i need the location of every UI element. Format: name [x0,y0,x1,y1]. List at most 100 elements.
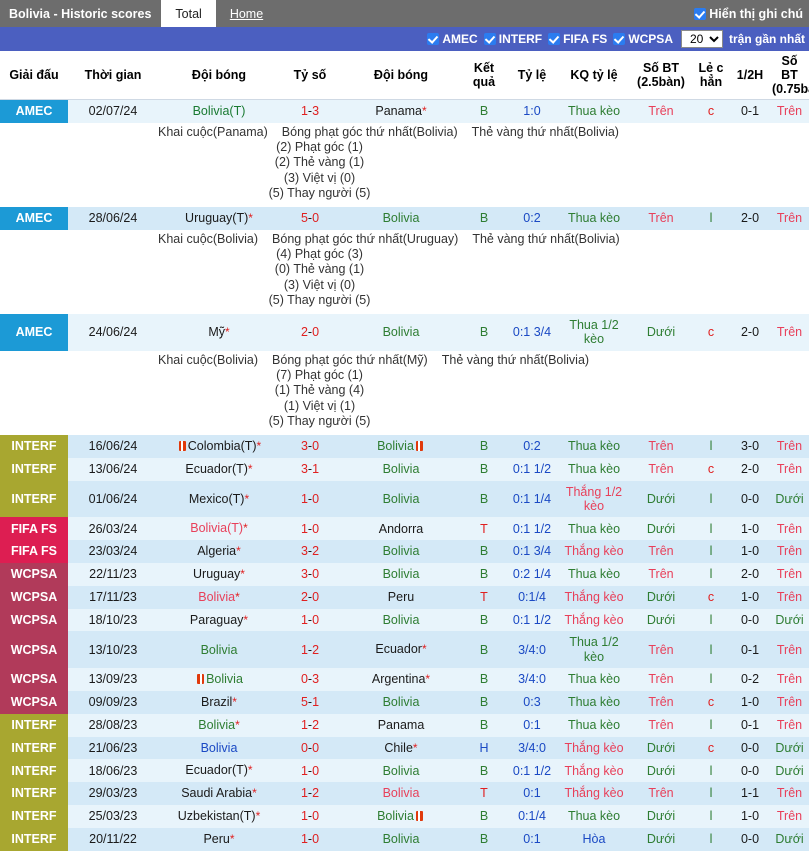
tab-home[interactable]: Home [216,0,277,27]
note-cell: Khai cuộc(Bolivia) Bóng phạt góc thứ nhất… [0,350,809,436]
odd-even: l [692,759,730,783]
note-row: Khai cuộc(Panama) Bóng phạt góc thứ nhất(… [0,122,809,208]
table-row[interactable]: WCPSA 17/11/23 Bolivia* 2-0 Peru T 0:1/4 Thắng … [0,585,809,609]
handicap-result: Thắng kèo [558,782,630,805]
half-time-score: 0-0 [730,608,770,632]
note-first-corner: Bóng phạt góc thứ nhất(Bolivia) [281,124,458,139]
match-count-select[interactable]: 10203050 [680,30,723,48]
table-row[interactable]: AMEC 02/07/24 Bolivia(T) 1-3 Panama* B 1:0 Thua… [0,99,809,123]
note-first-yellow: Thẻ vàng thứ nhất(Bolivia) [472,231,620,246]
league-badge: INTERF [0,759,68,783]
half-time-score: 1-1 [730,782,770,805]
home-team: Bolivia [158,736,280,760]
table-row[interactable]: INTERF 20/11/22 Peru* 1-0 Bolivia B 0:1 Hòa Dưới… [0,827,809,851]
over-under-075: Trên [770,99,809,123]
away-team: Bolivia [340,690,462,714]
checkbox-icon[interactable] [483,33,496,45]
match-date: 02/07/24 [68,99,158,123]
match-score: 1-3 [280,99,340,123]
half-time-score: 2-0 [730,563,770,586]
tab-label: Home [229,6,264,21]
home-team: Bolivia [158,668,280,691]
home-team: Peru* [158,827,280,851]
match-result: T [462,517,506,541]
away-team: Chile* [340,736,462,760]
table-row[interactable]: WCPSA 18/10/23 Paraguay* 1-0 Bolivia B 0:1 1/2… [0,608,809,632]
over-under-25: Dưới [630,804,692,828]
away-team: Panama [340,713,462,737]
table-row[interactable]: INTERF 21/06/23 Bolivia 0-0 Chile* H 3/4:0 Thắn… [0,736,809,760]
table-row[interactable]: WCPSA 13/09/23 Bolivia 0-3 Argentina* B 3/4:0 T… [0,668,809,691]
home-team: Colombia(T)* [158,435,280,458]
over-under-075: Trên [770,314,809,351]
over-under-25: Dưới [630,736,692,760]
table-row[interactable]: WCPSA 09/09/23 Brazil* 5-1 Bolivia B 0:3 Thua k… [0,690,809,714]
match-score: 3-1 [280,457,340,481]
table-row[interactable]: AMEC 28/06/24 Uruguay(T)* 5-0 Bolivia B 0:2 Thu… [0,207,809,230]
red-card-icon [415,441,423,452]
league-badge: AMEC [0,99,68,123]
over-under-075: Trên [770,690,809,714]
note-toggle-checkbox[interactable] [694,7,707,20]
home-away-star: * [243,612,249,627]
note-kickoff: Khai cuộc(Bolivia) [158,231,259,246]
over-under-25: Trên [630,99,692,123]
table-row[interactable]: WCPSA 13/10/23 Bolivia 1-2 Ecuador* B 3/4:0 Thu… [0,631,809,669]
half-time-score: 2-0 [730,207,770,230]
match-date: 18/06/23 [68,759,158,783]
table-row[interactable]: INTERF 13/06/24 Ecuador(T)* 3-1 Bolivia B 0:1 … [0,457,809,481]
checkbox-icon[interactable] [427,33,440,45]
league-badge: WCPSA [0,608,68,632]
table-row[interactable]: INTERF 25/03/23 Uzbekistan(T)* 1-0 Bolivia B 0… [0,804,809,828]
filter-interf[interactable]: INTERF [483,32,542,46]
match-score: 3-0 [280,435,340,458]
home-away-star: * [232,694,237,709]
filter-amec[interactable]: AMEC [427,32,478,46]
league-badge: WCPSA [0,631,68,669]
checkbox-icon[interactable] [548,33,561,45]
table-row[interactable]: INTERF 16/06/24 Colombia(T)* 3-0 Bolivia B 0:2… [0,435,809,458]
league-badge: INTERF [0,782,68,805]
table-row[interactable]: FIFA FS 26/03/24 Bolivia(T)* 1-0 Andorra T 0:1… [0,517,809,541]
match-score: 5-0 [280,207,340,230]
league-badge: INTERF [0,435,68,458]
note-row: Khai cuộc(Bolivia) Bóng phạt góc thứ nhất… [0,350,809,436]
home-team: Bolivia* [158,713,280,737]
league-badge: WCPSA [0,690,68,714]
table-row[interactable]: INTERF 28/08/23 Bolivia* 1-2 Panama B 0:1 Thua … [0,713,809,737]
away-team: Bolivia [340,608,462,632]
away-team: Bolivia [340,804,462,828]
filter-wcpsa[interactable]: WCPSA [613,32,673,46]
note-stat-line: (2) Phạt góc (1) [276,140,363,155]
table-row[interactable]: INTERF 18/06/23 Ecuador(T)* 1-0 Bolivia B 0:1 … [0,759,809,783]
handicap-result: Thắng kèo [558,736,630,760]
table-row[interactable]: FIFA FS 23/03/24 Algeria* 3-2 Bolivia B 0:1 3/… [0,540,809,564]
match-date: 16/06/24 [68,435,158,458]
match-score: 3-0 [280,563,340,586]
away-team: Argentina* [340,668,462,691]
filter-fifa-fs[interactable]: FIFA FS [548,32,607,46]
page-root: Bolivia - Historic scores Total Home Hiển… [0,0,809,851]
league-badge: AMEC [0,207,68,230]
over-under-25: Trên [630,668,692,691]
checkbox-icon[interactable] [613,33,626,45]
half-time-score: 0-0 [730,827,770,851]
table-row[interactable]: AMEC 24/06/24 Mỹ* 2-0 Bolivia B 0:1 3/4 Thua 1/… [0,314,809,351]
note-toggle[interactable]: Hiển thị ghi chú [694,0,809,27]
table-row[interactable]: INTERF 29/03/23 Saudi Arabia* 1-2 Bolivia T 0:… [0,782,809,805]
table-row[interactable]: WCPSA 22/11/23 Uruguay* 3-0 Bolivia B 0:2 1/4 T… [0,563,809,586]
match-score: 1-0 [280,827,340,851]
away-team: Bolivia [340,759,462,783]
top-bar: Bolivia - Historic scores Total Home Hiển… [0,0,809,27]
note-kickoff: Khai cuộc(Panama) [158,124,268,139]
tab-total[interactable]: Total [161,0,216,27]
table-row[interactable]: INTERF 01/06/24 Mexico(T)* 1-0 Bolivia B 0:1 1… [0,480,809,518]
league-badge: INTERF [0,736,68,760]
handicap-odds: 0:1 1/2 [506,608,558,632]
handicap-odds: 0:1 1/2 [506,759,558,783]
over-under-075: Trên [770,540,809,564]
note-stat-line: (4) Phạt góc (3) [276,247,363,262]
handicap-result: Thắng kèo [558,759,630,783]
away-team: Bolivia [340,457,462,481]
home-away-star: * [256,439,262,454]
